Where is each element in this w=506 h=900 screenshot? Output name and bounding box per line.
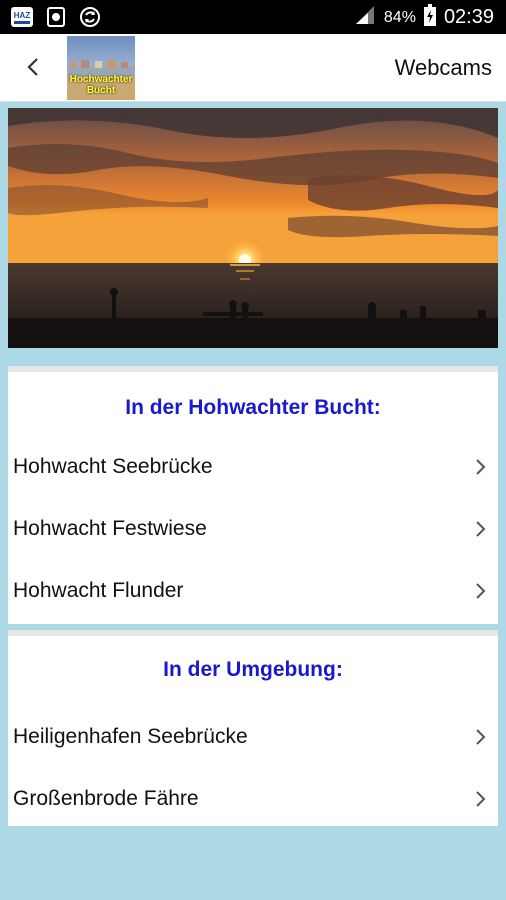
battery-percent: 84% — [383, 8, 416, 26]
chevron-right-icon — [472, 518, 488, 540]
status-bar: HAZ 84% 02:39 — [0, 0, 506, 34]
back-button[interactable] — [18, 52, 48, 82]
logo-text: Hochwachter Bucht — [69, 74, 133, 96]
sync-icon — [78, 6, 102, 28]
chevron-right-icon — [472, 788, 488, 810]
section-hohwachter-bucht: In der Hohwachter Bucht: Hohwacht Seebrü… — [8, 366, 498, 624]
signal-icon — [354, 5, 376, 30]
list-item-label: Großenbrode Fähre — [13, 787, 199, 810]
list-item[interactable]: Hohwacht Festwiese — [8, 498, 498, 560]
list-item[interactable]: Großenbrode Fähre — [8, 768, 498, 830]
haz-app-icon: HAZ — [10, 6, 34, 28]
section-umgebung: In der Umgebung: Heiligenhafen Seebrücke… — [8, 630, 498, 826]
app-bar: Hochwachter Bucht Webcams — [0, 34, 506, 102]
list-item[interactable]: Hohwacht Seebrücke — [8, 436, 498, 498]
list-item-label: Heiligenhafen Seebrücke — [13, 725, 248, 748]
list-item-label: Hohwacht Festwiese — [13, 517, 207, 540]
svg-text:HAZ: HAZ — [14, 11, 31, 20]
chevron-right-icon — [472, 726, 488, 748]
clock: 02:39 — [443, 6, 494, 28]
section-title: In der Hohwachter Bucht: — [125, 396, 381, 419]
chevron-right-icon — [472, 580, 488, 602]
chevron-right-icon — [472, 456, 488, 478]
screenshot-icon — [44, 6, 68, 28]
battery-charging-icon — [423, 4, 436, 31]
section-title: In der Umgebung: — [163, 658, 343, 681]
chevron-left-icon — [27, 58, 38, 76]
list-item-label: Hohwacht Flunder — [13, 579, 184, 602]
list-item-label: Hohwacht Seebrücke — [13, 455, 213, 478]
list-item[interactable]: Hohwacht Flunder — [8, 560, 498, 622]
app-logo: Hochwachter Bucht — [67, 36, 135, 100]
list-item[interactable]: Heiligenhafen Seebrücke — [8, 706, 498, 768]
sunset-hero-image — [8, 108, 498, 348]
page-title: Webcams — [394, 55, 492, 80]
